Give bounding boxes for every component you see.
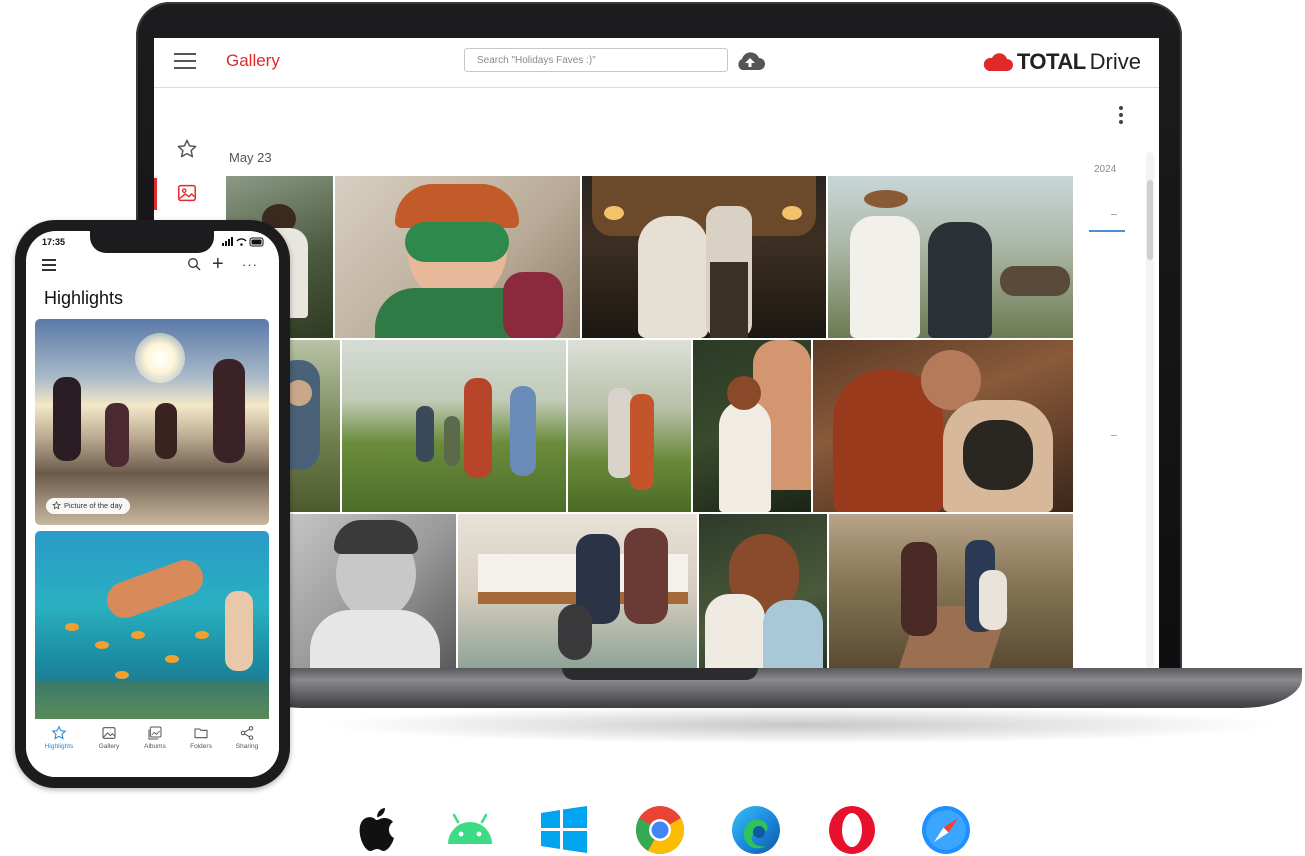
star-icon[interactable]	[176, 138, 198, 160]
highlight-card-underwater[interactable]	[35, 531, 269, 719]
brand-logo: TOTAL Drive	[983, 48, 1141, 76]
search-input[interactable]: Search "Holidays Faves :)"	[464, 48, 728, 72]
cloud-upload-icon[interactable]	[734, 50, 766, 72]
tab-albums[interactable]: Albums	[132, 725, 178, 750]
photo-thumbnail[interactable]	[582, 176, 826, 338]
phone-notch	[90, 231, 214, 253]
status-time: 17:35	[42, 237, 66, 247]
tab-sharing[interactable]: Sharing	[224, 725, 270, 750]
apple-icon	[359, 808, 394, 851]
chrome-icon	[635, 806, 685, 855]
photo-thumbnail[interactable]	[699, 514, 827, 668]
photo-thumbnail[interactable]	[693, 340, 811, 512]
photo-thumbnail[interactable]	[829, 514, 1073, 668]
tab-label: Albums	[144, 743, 166, 750]
status-icons	[222, 237, 264, 247]
star-icon	[51, 725, 67, 740]
page-title: Highlights	[44, 288, 124, 308]
menu-icon[interactable]	[42, 259, 56, 271]
laptop-shadow	[320, 706, 1280, 744]
photo-thumbnail[interactable]	[568, 340, 691, 512]
photo-thumbnail[interactable]	[828, 176, 1073, 338]
picture-of-the-day-badge: Picture of the day	[46, 498, 131, 514]
tab-label: Folders	[190, 743, 212, 750]
photo-thumbnail[interactable]	[813, 340, 1073, 512]
picture-of-the-day-label: Picture of the day	[64, 501, 123, 510]
cloud-logo-icon	[983, 53, 1013, 71]
gallery-icon[interactable]	[176, 182, 198, 204]
opera-icon	[829, 806, 875, 854]
timeline-year[interactable]: 2024	[1094, 164, 1116, 175]
edge-icon	[732, 806, 780, 854]
tab-label: Gallery	[98, 743, 120, 750]
brand-name-drive: Drive	[1089, 49, 1141, 74]
date-group-label: May 23	[229, 150, 272, 165]
tab-gallery[interactable]: Gallery	[86, 725, 132, 750]
sidebar-active-indicator	[154, 178, 157, 210]
phone-screen: 17:35 + ··· Highlights Picture of the da…	[26, 231, 279, 777]
image-icon	[102, 727, 116, 739]
photo-thumbnail[interactable]	[335, 176, 580, 338]
star-icon	[52, 501, 61, 510]
folder-icon	[194, 728, 208, 739]
laptop-notch	[562, 668, 758, 680]
more-options-icon[interactable]	[1116, 106, 1126, 126]
android-icon	[448, 813, 492, 844]
app-title: Gallery	[226, 51, 280, 70]
phone-frame: 17:35 + ··· Highlights Picture of the da…	[15, 220, 290, 788]
brand-name-total: TOTAL	[1016, 49, 1086, 74]
timeline-tick	[1111, 214, 1117, 215]
tab-label: Highlights	[44, 743, 74, 750]
tab-folders[interactable]: Folders	[178, 725, 224, 750]
more-icon[interactable]: ···	[242, 257, 258, 272]
windows-icon	[541, 806, 587, 853]
tab-label: Sharing	[235, 743, 259, 750]
app-header: Gallery Search "Holidays Faves :)" TOTAL…	[154, 38, 1159, 88]
laptop-screen: Gallery Search "Holidays Faves :)" TOTAL…	[154, 38, 1159, 668]
scrollbar-thumb[interactable]	[1147, 180, 1153, 260]
laptop-base	[242, 668, 1302, 708]
timeline-position-indicator[interactable]	[1089, 230, 1125, 232]
photo-thumbnail[interactable]	[342, 340, 566, 512]
search-icon[interactable]	[187, 257, 201, 271]
tab-highlights[interactable]: Highlights	[36, 725, 82, 750]
add-icon[interactable]: +	[212, 254, 224, 274]
timeline-tick	[1111, 435, 1117, 436]
share-icon	[240, 726, 254, 740]
safari-icon	[922, 806, 970, 854]
menu-icon[interactable]	[174, 53, 196, 71]
album-icon	[148, 726, 162, 740]
highlight-card-beach[interactable]: Picture of the day	[35, 319, 269, 525]
photo-thumbnail[interactable]	[458, 514, 697, 668]
bottom-tab-bar: Highlights Gallery Albums Folders Sharin…	[26, 721, 279, 777]
